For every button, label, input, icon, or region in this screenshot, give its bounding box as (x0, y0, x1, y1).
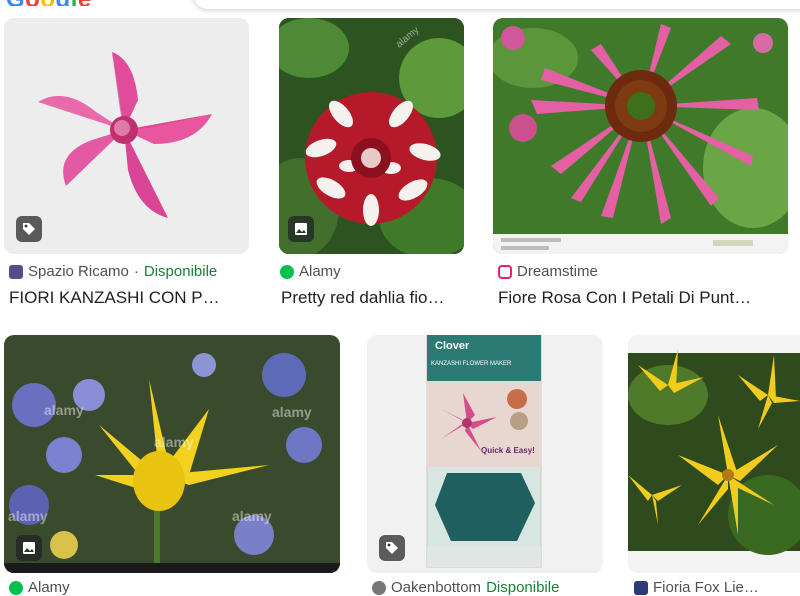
availability-label: Disponibile (486, 579, 560, 596)
source-name: Alamy (299, 263, 341, 280)
quick-easy-label: Quick & Easy! (481, 446, 535, 455)
top-bar: Google (0, 0, 800, 14)
image-icon (23, 542, 35, 554)
image-badge (16, 535, 42, 561)
shopping-tag-badge (16, 216, 42, 242)
watermark-alamy: alamy (154, 434, 194, 450)
result-title-2[interactable]: Pretty red dahlia fio… (281, 288, 466, 308)
package-title: KANZASHI FLOWER MAKER (431, 361, 512, 367)
result-title-3[interactable]: Fiore Rosa Con I Petali Di Punt… (498, 288, 788, 308)
result-image-4[interactable]: alamy alamy alamy alamy alamy (4, 335, 340, 573)
source-name: Alamy (28, 579, 70, 596)
watermark-alamy: alamy (44, 402, 84, 418)
availability-label: Disponibile (143, 263, 218, 280)
alamy-favicon (280, 264, 294, 279)
clover-brand: Clover (435, 340, 470, 352)
watermark-alamy: alamy (272, 404, 312, 420)
source-name: Spazio Ricamo (28, 263, 129, 280)
result-image-1[interactable] (4, 18, 249, 254)
spazio-ricamo-favicon (9, 264, 23, 279)
image-badge (288, 216, 314, 242)
result-image-2[interactable]: alamy (279, 18, 464, 254)
source-name: Dreamstime (517, 263, 598, 280)
result-title-1[interactable]: FIORI KANZASHI CON P… (9, 288, 249, 308)
result-image-6[interactable] (628, 335, 800, 573)
result-image-3[interactable] (493, 18, 788, 254)
image-icon (295, 223, 307, 235)
tag-icon (23, 223, 35, 235)
result-source-3[interactable]: Dreamstime (498, 263, 598, 280)
result-source-4[interactable]: Alamy (9, 579, 70, 596)
oakenbottom-favicon (372, 580, 386, 595)
alamy-favicon (9, 580, 23, 595)
dreamstime-favicon (498, 264, 512, 279)
result-source-6[interactable]: Fioria Fox Lie… (634, 579, 759, 596)
search-input[interactable] (192, 0, 800, 10)
tag-icon (386, 542, 398, 554)
fioria-favicon (634, 580, 648, 595)
result-source-2[interactable]: Alamy (280, 263, 341, 280)
source-name: Fioria Fox Lie… (653, 579, 759, 596)
result-source-1[interactable]: Spazio Ricamo · Disponibile (9, 263, 217, 280)
separator: · (133, 263, 139, 280)
result-source-5[interactable]: Oakenbottom Disponibile (372, 579, 559, 596)
result-image-5[interactable]: Clover KANZASHI FLOWER MAKER Quick & Eas… (367, 335, 603, 573)
source-name: Oakenbottom (391, 579, 482, 596)
watermark-alamy: alamy (232, 508, 272, 524)
shopping-tag-badge (379, 535, 405, 561)
watermark-alamy: alamy (8, 508, 48, 524)
google-logo[interactable]: Google (6, 0, 92, 6)
